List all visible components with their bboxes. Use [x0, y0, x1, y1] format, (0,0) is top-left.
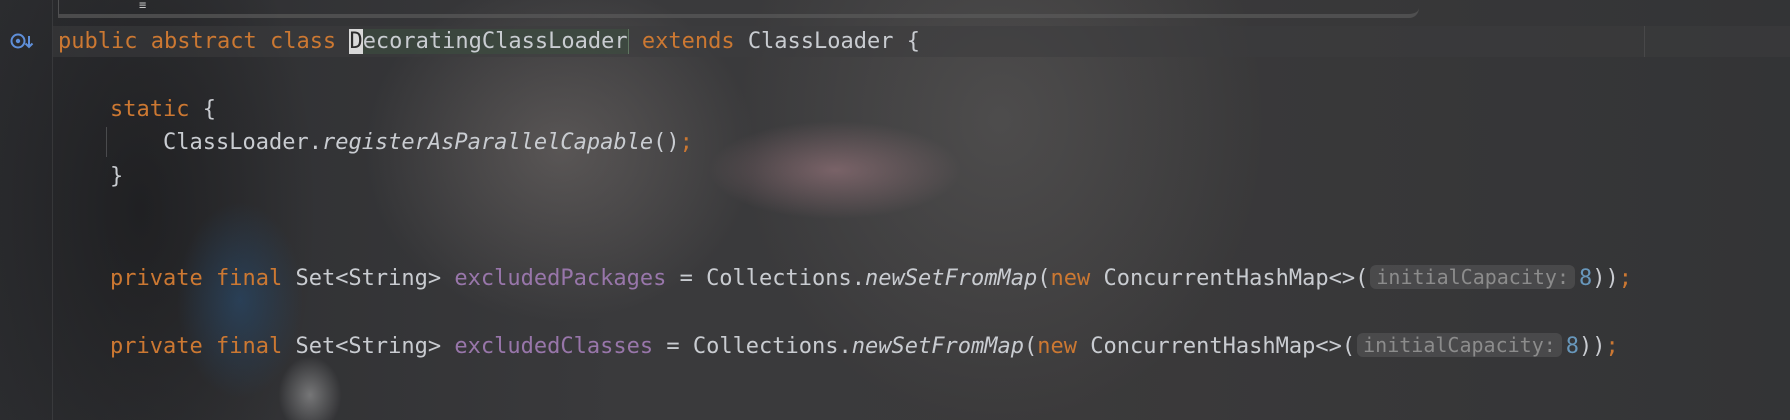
constructor-call: ConcurrentHashMap<>( [1076, 334, 1356, 359]
close-parens: )) [1592, 266, 1619, 291]
right-margin-guide [1644, 26, 1645, 57]
horizontal-scrollbar[interactable]: ≡ [58, 0, 1419, 18]
keyword-private: private [110, 266, 203, 291]
semicolon: ; [1605, 334, 1619, 359]
call-parens: () [653, 130, 680, 155]
implemented-override-icon[interactable] [9, 31, 37, 53]
semicolon: ; [679, 130, 693, 155]
keyword-static: static [110, 97, 190, 122]
keyword-final: final [215, 266, 283, 291]
constructor-call: ConcurrentHashMap<>( [1090, 266, 1369, 291]
assignment: = Collections. [666, 266, 866, 291]
code-line-static-body[interactable]: ClassLoader.registerAsParallelCapable(); [163, 128, 693, 158]
assignment: = Collections. [653, 334, 852, 359]
code-line-static-close[interactable]: } [110, 162, 123, 192]
class-name: ecoratingClassLoader [362, 29, 628, 54]
open-paren: ( [1037, 266, 1051, 291]
open-paren: ( [1023, 334, 1038, 359]
keyword-public: public [58, 29, 138, 54]
field-type: Set<String> [295, 266, 442, 291]
parameter-hint: initialCapacity: [1370, 265, 1576, 289]
keyword-new: new [1050, 266, 1091, 291]
keyword-abstract: abstract [150, 29, 257, 54]
code-line-static-open[interactable]: static { [110, 95, 216, 125]
keyword-extends: extends [641, 29, 735, 54]
code-line-class-declaration[interactable]: public abstract class DecoratingClassLoa… [58, 27, 920, 57]
code-line-field-excluded-packages[interactable]: private final Set<String> excludedPackag… [110, 264, 1632, 294]
editor-gutter [0, 0, 53, 420]
keyword-new: new [1037, 334, 1077, 359]
open-brace: { [906, 29, 921, 54]
semicolon: ; [1618, 266, 1633, 291]
keyword-class: class [269, 29, 337, 54]
superclass-name[interactable]: ClassLoader [748, 29, 894, 54]
method-register-parallel[interactable]: registerAsParallelCapable [322, 130, 653, 155]
keyword-final: final [215, 334, 283, 359]
method-new-set-from-map[interactable]: newSetFromMap [852, 334, 1024, 359]
number-literal: 8 [1565, 334, 1580, 359]
field-name-excluded-packages[interactable]: excludedPackages [454, 266, 666, 291]
field-name-excluded-classes[interactable]: excludedClasses [454, 334, 653, 359]
keyword-private: private [110, 334, 203, 359]
class-name-highlight[interactable]: DecoratingClassLoader [349, 29, 629, 54]
close-parens: )) [1579, 334, 1606, 359]
code-line-field-excluded-classes[interactable]: private final Set<String> excludedClasse… [110, 332, 1619, 362]
open-brace: { [202, 97, 216, 122]
text-caret: D [349, 29, 363, 54]
indent-guide [106, 127, 107, 157]
close-brace: } [110, 164, 124, 189]
method-new-set-from-map[interactable]: newSetFromMap [865, 266, 1037, 291]
receiver: ClassLoader. [163, 130, 322, 155]
parameter-hint: initialCapacity: [1357, 333, 1562, 357]
field-type: Set<String> [295, 334, 442, 359]
number-literal: 8 [1579, 266, 1593, 291]
scroll-grip-icon: ≡ [139, 0, 147, 12]
